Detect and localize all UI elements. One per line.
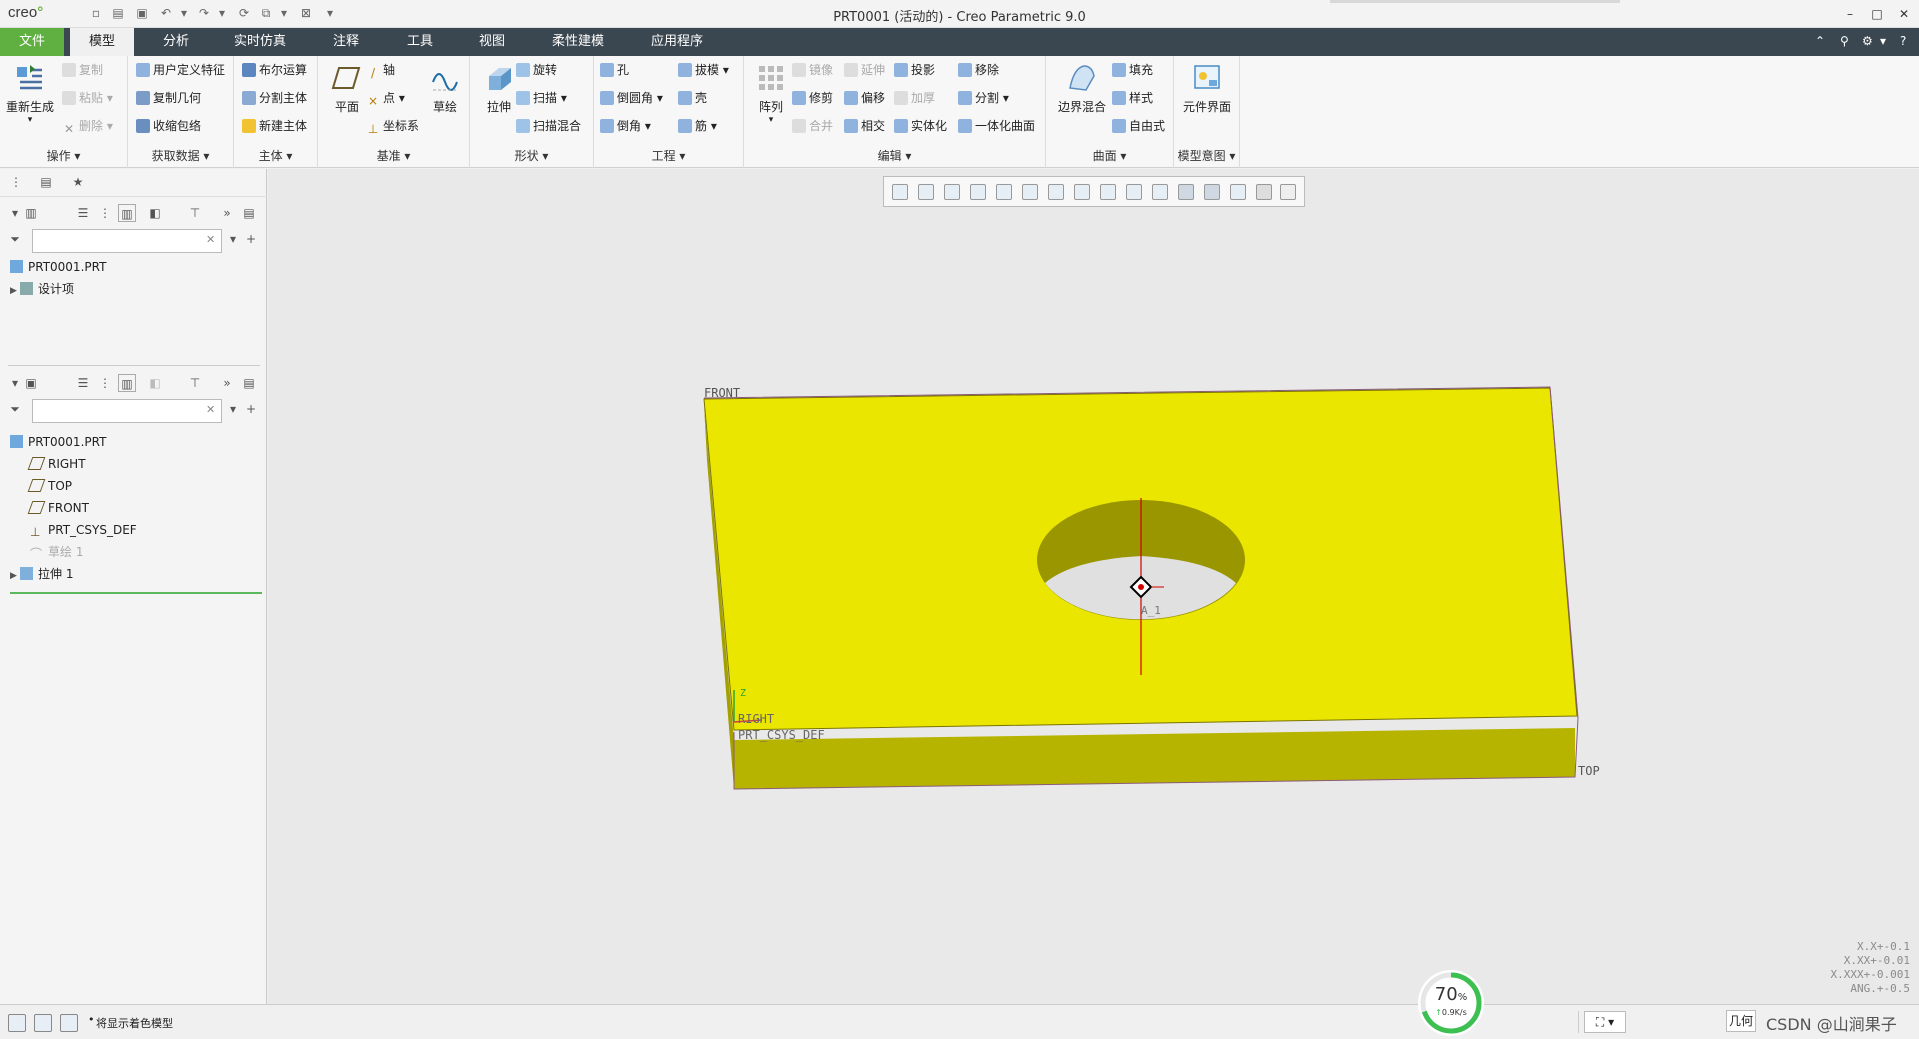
model-view[interactable]: FRONT TOP RIGHT PRT_CSYS_DEF A_1 Z (0, 0, 1919, 1039)
toggle-browser-icon[interactable] (34, 1014, 52, 1032)
find-button[interactable]: ⛶ ▾ (1584, 1011, 1626, 1033)
tolerance-2: X.XX+-0.01 (1843, 954, 1910, 967)
right-label: RIGHT (738, 712, 774, 726)
block-side-face[interactable] (734, 728, 1575, 789)
tolerance-4: ANG.+-0.5 (1850, 982, 1910, 995)
performance-percent: 70% (1418, 984, 1484, 1005)
front-label: FRONT (704, 386, 740, 400)
performance-rate: ↑0.9K/s (1418, 1008, 1484, 1017)
selection-filter[interactable]: 几何 (1726, 1010, 1756, 1032)
tolerance-display: X.X+-0.1 X.XX+-0.01 X.XXX+-0.001 ANG.+-0… (1760, 940, 1910, 996)
message-bullet-icon: • (88, 1013, 95, 1026)
status-bar: • 将显示着色模型 ⛶ ▾ (0, 1004, 1919, 1039)
performance-value: 70 (1434, 984, 1458, 1005)
performance-rate-value: 0.9K/s (1441, 1008, 1467, 1017)
performance-meter: 70% ↑0.9K/s (1418, 970, 1484, 1036)
z-label: Z (740, 688, 746, 699)
tolerance-3: X.XXX+-0.001 (1830, 968, 1910, 981)
axis-label: A_1 (1141, 604, 1161, 617)
status-separator (1578, 1011, 1579, 1033)
binoculars-icon: ⛶ (1595, 1015, 1605, 1029)
watermark: CSDN @山涧果子 (1766, 1015, 1897, 1034)
top-label: TOP (1578, 764, 1600, 778)
toggle-navigator-icon[interactable] (8, 1014, 26, 1032)
csys-marker-dot (1138, 584, 1144, 590)
up-arrow-icon: ↑ (1435, 1008, 1442, 1017)
tolerance-1: X.X+-0.1 (1857, 940, 1910, 953)
performance-unit: % (1457, 992, 1468, 1003)
status-message: 将显示着色模型 (96, 1017, 173, 1030)
csys-label: PRT_CSYS_DEF (738, 728, 825, 742)
full-screen-icon[interactable] (60, 1014, 78, 1032)
